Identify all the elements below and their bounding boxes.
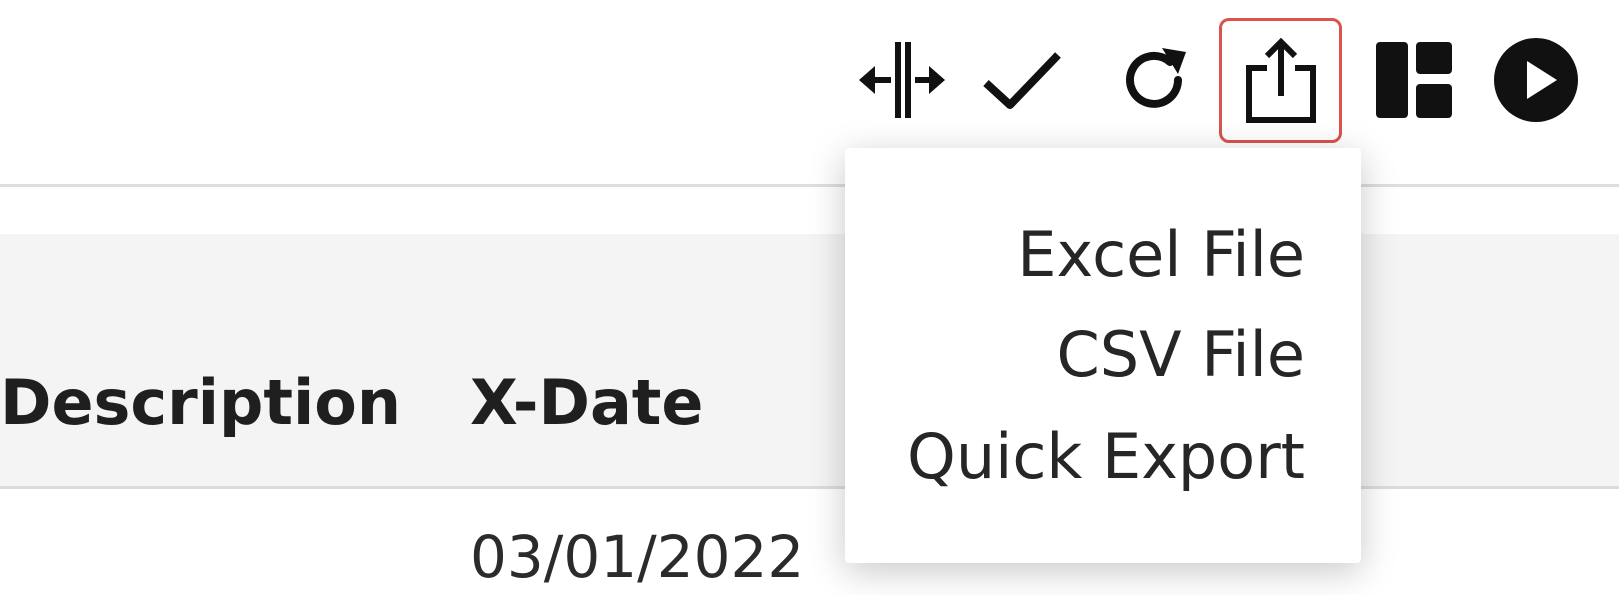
grid-header-row: Description X-Date xyxy=(0,234,1619,486)
layout-grid-icon xyxy=(1374,40,1454,120)
play-circle-icon xyxy=(1491,35,1581,125)
menu-item-excel-file[interactable]: Excel File xyxy=(1017,224,1305,286)
export-button[interactable] xyxy=(1219,18,1342,143)
refresh-icon xyxy=(1114,40,1194,120)
layout-button[interactable] xyxy=(1360,22,1468,138)
confirm-button[interactable] xyxy=(968,22,1076,138)
column-header-x-date[interactable]: X-Date xyxy=(470,372,703,434)
column-header-description[interactable]: Description xyxy=(0,372,401,434)
menu-item-quick-export[interactable]: Quick Export xyxy=(907,426,1305,488)
column-resize-icon xyxy=(857,38,947,122)
export-dropdown-menu: Excel File CSV File Quick Export xyxy=(845,148,1361,563)
data-grid: Description X-Date 03/01/2022 xyxy=(0,234,1619,595)
export-share-icon xyxy=(1243,36,1319,126)
play-button[interactable] xyxy=(1482,22,1590,138)
menu-item-csv-file[interactable]: CSV File xyxy=(1056,324,1305,386)
grid-toolbar xyxy=(0,0,1619,180)
checkmark-icon xyxy=(980,45,1064,115)
column-resize-button[interactable] xyxy=(848,22,956,138)
refresh-button[interactable] xyxy=(1100,22,1208,138)
toolbar-divider xyxy=(0,184,1619,187)
header-bottom-border xyxy=(0,486,1619,489)
cell-x-date: 03/01/2022 xyxy=(470,523,805,591)
